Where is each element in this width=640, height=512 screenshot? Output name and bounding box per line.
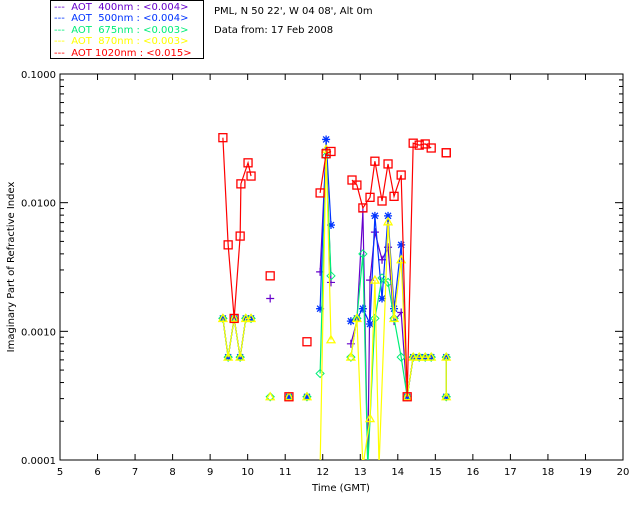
square-marker: [302, 337, 312, 347]
x-tick-label: 10: [241, 467, 254, 478]
plus-marker: [266, 294, 275, 303]
x-tick-label: 16: [466, 467, 479, 478]
asterisk-marker: [370, 211, 379, 220]
y-tick-label: 0.0001: [21, 456, 56, 467]
square-marker: [265, 271, 275, 281]
x-tick-label: 6: [94, 467, 100, 478]
asterisk-marker: [397, 240, 406, 249]
series-line: [222, 137, 252, 319]
asterisk-marker: [358, 304, 367, 313]
x-tick-label: 7: [132, 467, 138, 478]
series-line: [222, 317, 252, 358]
asterisk-marker: [322, 135, 331, 144]
x-tick-label: 12: [316, 467, 329, 478]
square-marker: [441, 148, 451, 158]
x-tick-label: 11: [279, 467, 292, 478]
x-tick-label: 8: [169, 467, 175, 478]
x-tick-label: 17: [504, 467, 517, 478]
x-tick-label: 15: [429, 467, 442, 478]
y-tick-label: 0.1000: [21, 70, 56, 81]
y-tick-label: 0.0010: [21, 327, 56, 338]
x-axis-label: Time (GMT): [311, 483, 370, 494]
y-tick-label: 0.0100: [21, 199, 56, 210]
plot-area: [217, 133, 452, 460]
square-marker: [441, 148, 451, 158]
plus-marker: [370, 228, 379, 237]
x-tick-label: 18: [542, 467, 555, 478]
x-tick-label: 9: [207, 467, 213, 478]
x-tick-label: 5: [57, 467, 63, 478]
x-tick-label: 20: [617, 467, 630, 478]
x-tick-label: 14: [391, 467, 404, 478]
y-axis-label: Imaginary Part of Refractive Index: [6, 182, 17, 353]
x-tick-label: 13: [354, 467, 367, 478]
chart: Time (GMT) Imaginary Part of Refractive …: [6, 70, 630, 494]
plot-frame: [59, 73, 624, 461]
x-tick-label: 19: [579, 467, 592, 478]
